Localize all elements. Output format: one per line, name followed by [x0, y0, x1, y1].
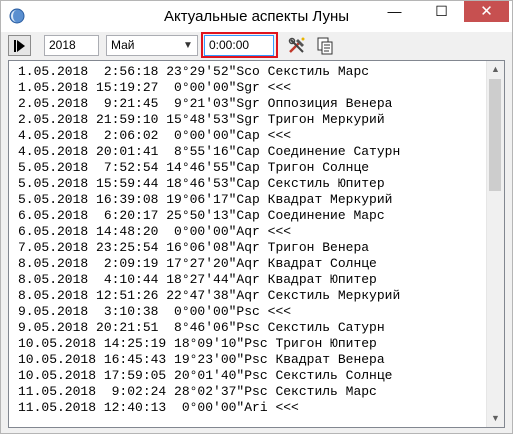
aspect-line: 2.05.2018 9:21:45 9°21'03"Sgr Оппозиция … [18, 96, 393, 111]
aspects-text-area[interactable]: 1.05.2018 2:56:18 23°29'52"Sco Секстиль … [8, 60, 505, 428]
aspect-line: 5.05.2018 7:52:54 14°46'55"Cap Тригон Со… [18, 160, 370, 175]
month-select[interactable]: Май ▼ [106, 35, 198, 56]
aspect-line: 8.05.2018 2:09:19 17°27'20"Aqr Квадрат С… [18, 256, 377, 271]
aspects-list: 1.05.2018 2:56:18 23°29'52"Sco Секстиль … [18, 64, 488, 416]
month-select-value: Май [111, 38, 135, 52]
chevron-down-icon[interactable]: ▼ [182, 36, 194, 55]
aspect-line: 10.05.2018 14:25:19 18°09'10"Psc Тригон … [18, 336, 377, 351]
year-field[interactable]: 2018 [44, 35, 99, 56]
app-window: Актуальные аспекты Луны — ☐ ✕ 2018 Май ▼… [0, 0, 513, 434]
aspect-line: 1.05.2018 15:19:27 0°00'00"Sgr <<< [18, 80, 292, 95]
scroll-thumb[interactable] [489, 79, 501, 191]
aspect-line: 5.05.2018 16:39:08 19°06'17"Cap Квадрат … [18, 192, 393, 207]
aspect-line: 11.05.2018 12:40:13 0°00'00"Ari <<< [18, 400, 299, 415]
tools-icon[interactable] [286, 35, 308, 56]
close-button[interactable]: ✕ [464, 1, 509, 22]
play-button[interactable] [8, 35, 31, 56]
play-icon [17, 40, 25, 52]
aspect-line: 5.05.2018 15:59:44 18°46'53"Cap Секстиль… [18, 176, 385, 191]
aspect-line: 10.05.2018 17:59:05 20°01'40"Psc Секстил… [18, 368, 393, 383]
play-bar-glyph [14, 40, 16, 52]
aspect-line: 7.05.2018 23:25:54 16°06'08"Aqr Тригон В… [18, 240, 370, 255]
aspect-line: 2.05.2018 21:59:10 15°48'53"Sgr Тригон М… [18, 112, 385, 127]
aspect-line: 1.05.2018 2:56:18 23°29'52"Sco Секстиль … [18, 64, 370, 79]
aspect-line: 11.05.2018 9:02:24 28°02'37"Psc Секстиль… [18, 384, 377, 399]
aspect-line: 6.05.2018 6:20:17 25°50'13"Cap Соединени… [18, 208, 385, 223]
maximize-button[interactable]: ☐ [418, 1, 465, 22]
aspect-line: 8.05.2018 4:10:44 18°27'44"Aqr Квадрат Ю… [18, 272, 377, 287]
aspect-line: 4.05.2018 20:01:41 8°55'16"Cap Соединени… [18, 144, 401, 159]
aspect-line: 8.05.2018 12:51:26 22°47'38"Aqr Секстиль… [18, 288, 401, 303]
copy-icon[interactable] [314, 35, 336, 56]
time-field[interactable]: 0:00:00 [204, 35, 274, 56]
vertical-scrollbar[interactable]: ▲ ▼ [486, 61, 504, 427]
aspect-line: 9.05.2018 20:21:51 8°46'06"Psc Секстиль … [18, 320, 385, 335]
toolbar: 2018 Май ▼ 0:00:00 [1, 32, 512, 59]
scroll-up-icon[interactable]: ▲ [487, 61, 504, 78]
aspect-line: 6.05.2018 14:48:20 0°00'00"Aqr <<< [18, 224, 292, 239]
title-bar[interactable]: Актуальные аспекты Луны — ☐ ✕ [1, 1, 512, 32]
aspect-line: 4.05.2018 2:06:02 0°00'00"Cap <<< [18, 128, 292, 143]
scroll-down-icon[interactable]: ▼ [487, 410, 504, 427]
aspect-line: 10.05.2018 16:45:43 19°23'00"Psc Квадрат… [18, 352, 385, 367]
aspect-line: 9.05.2018 3:10:38 0°00'00"Psc <<< [18, 304, 292, 319]
minimize-button[interactable]: — [371, 1, 418, 22]
